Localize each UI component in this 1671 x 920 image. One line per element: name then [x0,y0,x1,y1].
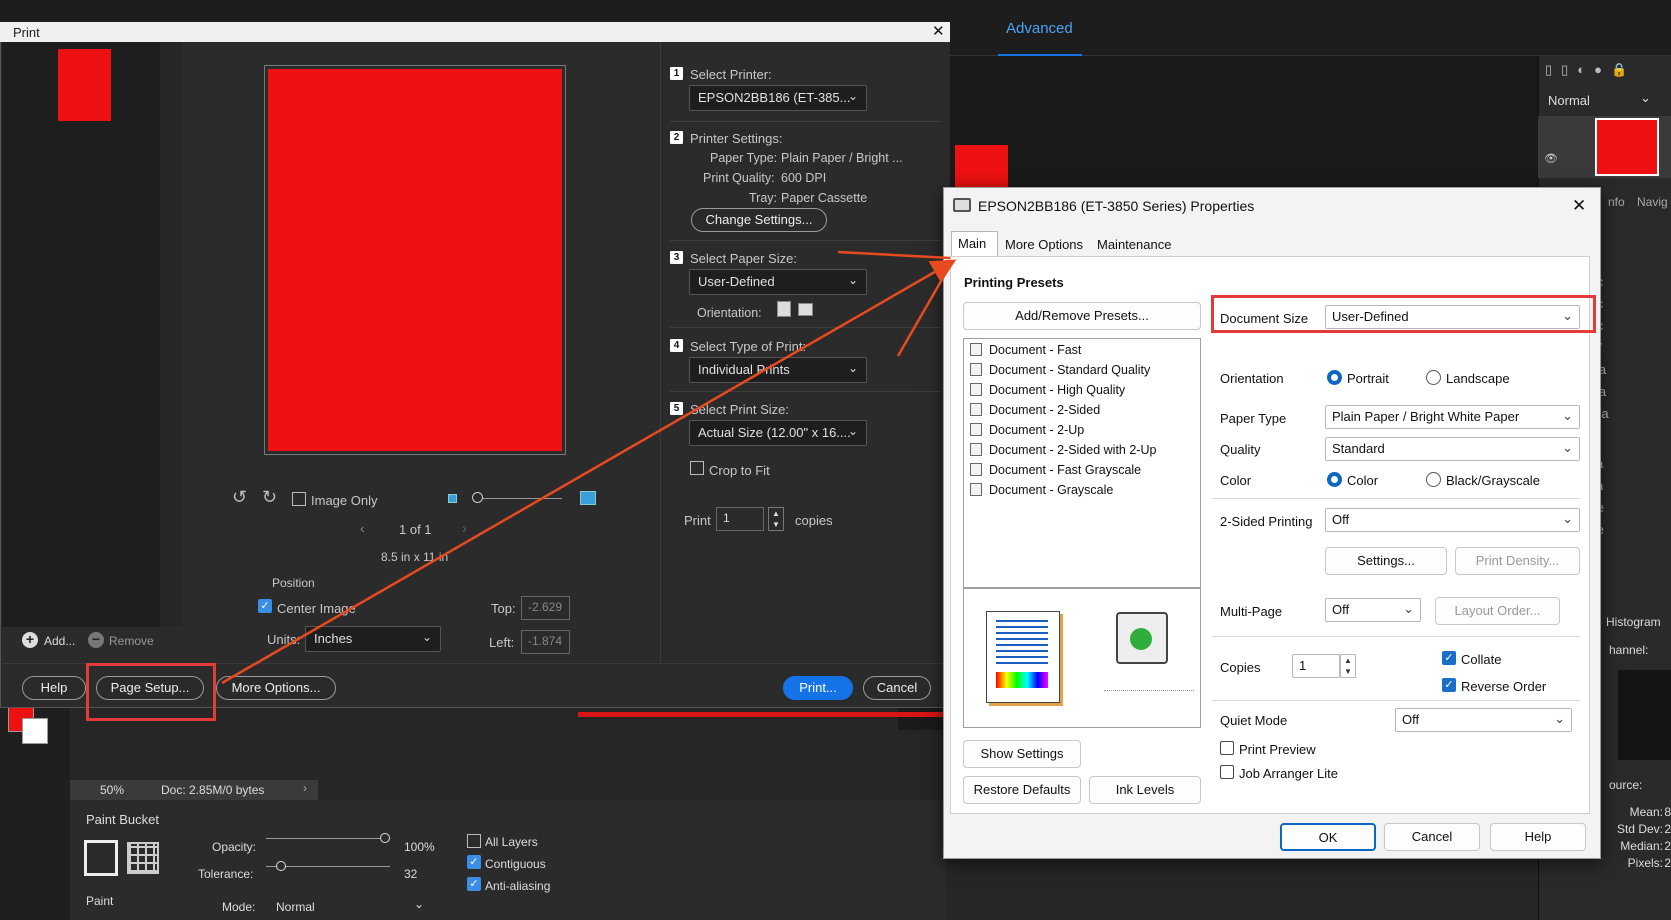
arrow-line [221,259,957,685]
annotation-arrows [221,250,957,685]
arrow-line [896,261,954,357]
arrow-line [837,250,951,260]
